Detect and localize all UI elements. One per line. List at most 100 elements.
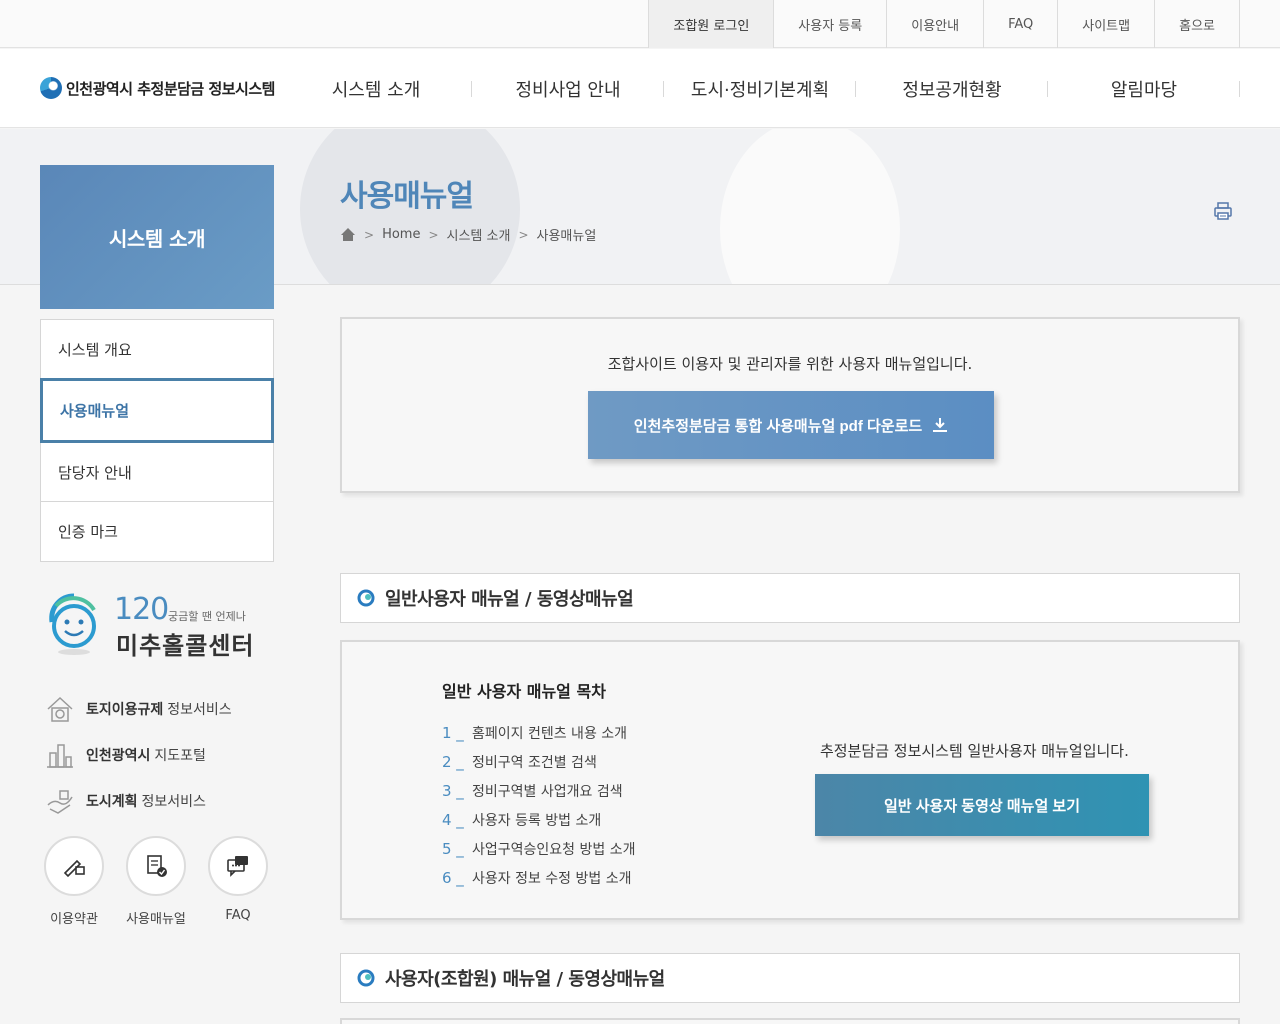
- quick-circle: [126, 836, 186, 896]
- toc-number: 4 _: [442, 810, 464, 829]
- nav-system-intro[interactable]: 시스템 소개: [280, 49, 472, 128]
- breadcrumb-current: 사용매뉴얼: [536, 229, 597, 244]
- sidebar-item-contact[interactable]: 담당자 안내: [41, 443, 273, 502]
- callcenter-banner[interactable]: 120 궁금할 땐 언제나 미추홀콜센터: [46, 592, 276, 660]
- nav-disclosure[interactable]: 정보공개현황: [856, 49, 1048, 128]
- city-plan-icon: [47, 790, 73, 814]
- ext-link-bold: 토지이용규제: [86, 702, 164, 718]
- quick-links: 이용약관 사용매뉴얼 FAQ: [44, 836, 268, 927]
- print-icon[interactable]: [1213, 201, 1233, 221]
- sidebar-title: 시스템 소개: [40, 165, 274, 309]
- ext-link-label: 정보서비스: [141, 794, 206, 810]
- callcenter-name: 미추홀콜센터: [116, 632, 255, 660]
- breadcrumb-home[interactable]: Home: [382, 227, 420, 242]
- toc-title: 일반 사용자 매뉴얼 목차: [442, 682, 606, 701]
- utility-bar: 조합원 로그인 사용자 등록 이용안내 FAQ 사이트맵 홈으로: [0, 0, 1280, 48]
- general-video-manual-button[interactable]: 일반 사용자 동영상 매뉴얼 보기: [815, 774, 1149, 836]
- quick-label: FAQ: [225, 908, 251, 923]
- breadcrumb: > Home > 시스템 소개 > 사용매뉴얼: [340, 225, 596, 244]
- logo-text: 인천광역시 추정분담금 정보시스템: [66, 79, 275, 98]
- ext-link-label: 정보서비스: [167, 702, 232, 718]
- land-use-icon: [47, 696, 73, 722]
- quick-terms[interactable]: 이용약관: [44, 836, 104, 927]
- logo-mark-icon: [40, 77, 62, 99]
- breadcrumb-system-intro[interactable]: 시스템 소개: [447, 225, 511, 244]
- section-bullet-icon: [357, 969, 375, 987]
- section-bullet-icon: [357, 589, 375, 607]
- faq-link[interactable]: FAQ: [984, 0, 1059, 48]
- main-nav: 시스템 소개 정비사업 안내 도시·정비기본계획 정보공개현황 알림마당: [280, 49, 1240, 128]
- quick-label: 사용매뉴얼: [126, 912, 186, 927]
- quick-circle: [44, 836, 104, 896]
- ext-link-city-plan[interactable]: 도시계획 정보서비스: [44, 778, 284, 824]
- toc-item: 5 _ 사업구역승인요청 방법 소개: [442, 834, 635, 863]
- ext-link-land-use[interactable]: 토지이용규제 정보서비스: [44, 686, 284, 732]
- nav-city-plan[interactable]: 도시·정비기본계획: [664, 49, 856, 128]
- guide-link[interactable]: 이용안내: [887, 0, 985, 48]
- toc-text: 정비구역 조건별 검색: [472, 754, 597, 771]
- login-link[interactable]: 조합원 로그인: [649, 0, 775, 48]
- toc-item: 3 _ 정비구역별 사업개요 검색: [442, 776, 635, 805]
- toc-number: 6 _: [442, 868, 464, 887]
- section-header-member: 사용자(조합원) 매뉴얼 / 동영상매뉴얼: [340, 953, 1240, 1003]
- terms-icon: [63, 859, 85, 878]
- section-title: 일반사용자 매뉴얼 / 동영상매뉴얼: [385, 589, 634, 610]
- faq-icon: [227, 856, 248, 877]
- nav-project-info[interactable]: 정비사업 안내: [472, 49, 664, 128]
- home-icon[interactable]: [340, 227, 356, 242]
- download-manual-button[interactable]: 인천추정분담금 통합 사용매뉴얼 pdf 다운로드: [588, 391, 994, 459]
- chevron-right-icon: >: [518, 227, 529, 242]
- register-link[interactable]: 사용자 등록: [774, 0, 888, 48]
- sidebar-item-manual[interactable]: 사용매뉴얼: [40, 378, 274, 443]
- download-label: 인천추정분담금 통합 사용매뉴얼 pdf 다운로드: [633, 417, 923, 435]
- toc-text: 사업구역승인요청 방법 소개: [472, 841, 636, 858]
- section-title: 사용자(조합원) 매뉴얼 / 동영상매뉴얼: [385, 969, 665, 990]
- chevron-right-icon: >: [364, 227, 375, 242]
- general-manual-box: 일반 사용자 매뉴얼 목차 1 _ 홈페이지 컨텐츠 내용 소개 2 _ 정비구역 …: [340, 640, 1240, 920]
- toc-text: 홈페이지 컨텐츠 내용 소개: [472, 725, 628, 742]
- decorative-circle: [720, 129, 900, 284]
- download-icon: [933, 418, 948, 432]
- sitemap-link[interactable]: 사이트맵: [1058, 0, 1156, 48]
- ext-link-map-portal[interactable]: 인천광역시 지도포털: [44, 732, 284, 778]
- toc-item: 6 _ 사용자 정보 수정 방법 소개: [442, 863, 635, 892]
- intro-box: 조합사이트 이용자 및 관리자를 위한 사용자 매뉴얼입니다. 인천추정분담금 …: [340, 317, 1240, 493]
- manual-description: 추정분담금 정보시스템 일반사용자 매뉴얼입니다.: [820, 742, 1129, 760]
- callcenter-subtitle: 궁금할 땐 언제나: [168, 610, 246, 623]
- toc-number: 3 _: [442, 781, 464, 800]
- nav-notice[interactable]: 알림마당: [1048, 49, 1240, 128]
- toc-number: 1 _: [442, 723, 464, 742]
- section-header-general: 일반사용자 매뉴얼 / 동영상매뉴얼: [340, 573, 1240, 623]
- toc-item: 4 _ 사용자 등록 방법 소개: [442, 805, 635, 834]
- external-links: 토지이용규제 정보서비스 인천광역시 지도포털 도시계획 정보서비스: [44, 686, 284, 824]
- page-title: 사용매뉴얼: [340, 179, 474, 214]
- manual-icon: [147, 855, 167, 877]
- quick-manual[interactable]: 사용매뉴얼: [126, 836, 186, 927]
- map-portal-icon: [47, 744, 73, 768]
- sidebar-item-overview[interactable]: 시스템 개요: [41, 320, 273, 379]
- toc-number: 2 _: [442, 752, 464, 771]
- sidebar-menu: 시스템 개요 사용매뉴얼 담당자 안내 인증 마크: [40, 319, 274, 562]
- toc-text: 사용자 등록 방법 소개: [472, 812, 602, 829]
- sidebar-item-certification[interactable]: 인증 마크: [41, 502, 273, 561]
- callcenter-number: 120: [114, 592, 169, 627]
- member-manual-box: [340, 1018, 1240, 1024]
- ext-link-bold: 인천광역시: [86, 748, 151, 764]
- header: 인천광역시 추정분담금 정보시스템 시스템 소개 정비사업 안내 도시·정비기본…: [0, 49, 1280, 128]
- home-link[interactable]: 홈으로: [1155, 0, 1240, 48]
- site-logo[interactable]: 인천광역시 추정분담금 정보시스템: [40, 77, 275, 99]
- quick-circle: [208, 836, 268, 896]
- intro-text: 조합사이트 이용자 및 관리자를 위한 사용자 매뉴얼입니다.: [607, 355, 973, 373]
- quick-faq[interactable]: FAQ: [208, 836, 268, 927]
- toc-item: 1 _ 홈페이지 컨텐츠 내용 소개: [442, 718, 635, 747]
- toc-text: 사용자 정보 수정 방법 소개: [472, 870, 632, 887]
- toc-item: 2 _ 정비구역 조건별 검색: [442, 747, 635, 776]
- toc-text: 정비구역별 사업개요 검색: [472, 783, 623, 800]
- callcenter-mascot-icon: [49, 593, 96, 655]
- ext-link-bold: 도시계획: [86, 794, 138, 810]
- ext-link-label: 지도포털: [154, 748, 206, 764]
- chevron-right-icon: >: [428, 227, 439, 242]
- toc-list: 1 _ 홈페이지 컨텐츠 내용 소개 2 _ 정비구역 조건별 검색 3 _ 정비구역…: [442, 718, 635, 892]
- utility-links: 조합원 로그인 사용자 등록 이용안내 FAQ 사이트맵 홈으로: [648, 0, 1240, 48]
- toc-number: 5 _: [442, 839, 464, 858]
